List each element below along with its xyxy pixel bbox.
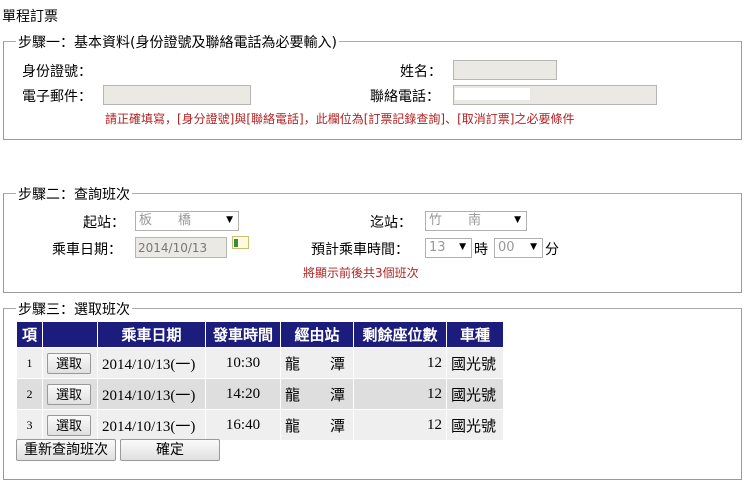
id-label: 身份證號： [22, 64, 92, 80]
hour-unit: 時 [474, 242, 488, 258]
minute-value: 00 [498, 240, 515, 255]
row-type: 國光號 [446, 378, 504, 410]
from-station-select[interactable]: 板 橋 ▼ [135, 211, 239, 231]
dropdown-arrow-icon: ▼ [514, 215, 521, 225]
col-time: 發車時間 [205, 321, 281, 348]
select-button[interactable]: 選取 [47, 414, 91, 436]
hour-value: 13 [429, 240, 446, 255]
row-seats: 12 [353, 347, 447, 379]
email-input[interactable] [103, 85, 251, 105]
row-type: 國光號 [446, 347, 504, 379]
date-label: 乘車日期： [52, 242, 122, 258]
col-via: 經由站 [280, 321, 354, 348]
table-row: 2 選取 2014/10/13(一) 14:20 龍 潭 12 國光號 [16, 378, 504, 410]
step2-legend: 步驟二：查詢班次 [16, 184, 132, 204]
row-via: 龍 潭 [280, 347, 354, 379]
from-label: 起站： [83, 215, 125, 231]
name-label: 姓名： [400, 64, 442, 80]
step3-legend: 步驟三：選取班次 [16, 299, 132, 319]
page-title: 單程訂票 [2, 9, 58, 25]
row-time: 10:30 [205, 347, 281, 379]
col-select [42, 321, 98, 348]
email-label: 電子郵件： [22, 89, 92, 105]
row-via: 龍 潭 [280, 409, 354, 441]
to-station-select[interactable]: 竹 南 ▼ [425, 211, 527, 231]
row-seats: 12 [353, 378, 447, 410]
select-button[interactable]: 選取 [47, 352, 91, 374]
row-seats: 12 [353, 409, 447, 441]
col-no: 項 [16, 321, 43, 348]
date-input[interactable]: 2014/10/13 [135, 237, 227, 258]
row-no: 2 [16, 378, 43, 410]
col-date: 乘車日期 [97, 321, 206, 348]
name-input[interactable] [453, 60, 557, 80]
table-row: 1 選取 2014/10/13(一) 10:30 龍 潭 12 國光號 [16, 347, 504, 379]
select-button[interactable]: 選取 [47, 383, 91, 405]
row-no: 1 [16, 347, 43, 379]
table-header: 項 乘車日期 發車時間 經由站 剩餘座位數 車種 [16, 321, 504, 348]
minute-unit: 分 [545, 242, 559, 258]
calendar-icon[interactable] [232, 236, 249, 249]
schedule-table: 項 乘車日期 發車時間 經由站 剩餘座位數 車種 1 選取 2014/10/13… [16, 321, 504, 441]
col-type: 車種 [446, 321, 504, 348]
dropdown-arrow-icon: ▼ [530, 242, 537, 252]
row-date: 2014/10/13(一) [97, 378, 206, 410]
time-label: 預計乘車時間： [311, 242, 409, 258]
row-via: 龍 潭 [280, 378, 354, 410]
dropdown-arrow-icon: ▼ [459, 242, 466, 252]
phone-label: 聯絡電話： [370, 89, 440, 105]
dropdown-arrow-icon: ▼ [226, 215, 233, 225]
to-label: 迄站： [370, 215, 412, 231]
row-date: 2014/10/13(一) [97, 409, 206, 441]
step1-note: 請正確填寫，[身分證號]與[聯絡電話]，此欄位為[訂票記錄查詢]、[取消訂票]之… [105, 112, 575, 126]
confirm-button[interactable]: 確定 [120, 439, 220, 461]
phone-input[interactable] [453, 85, 657, 105]
table-row: 3 選取 2014/10/13(一) 16:40 龍 潭 12 國光號 [16, 409, 504, 441]
to-value: 竹 南 [429, 213, 482, 228]
col-seats: 剩餘座位數 [353, 321, 447, 348]
row-time: 14:20 [205, 378, 281, 410]
hour-select[interactable]: 13 ▼ [425, 238, 472, 258]
step2-note: 將顯示前後共3個班次 [303, 266, 419, 280]
from-value: 板 橋 [139, 213, 192, 228]
row-time: 16:40 [205, 409, 281, 441]
step1-legend: 步驟一：基本資料(身份證號及聯絡電話為必要輸入) [16, 32, 339, 52]
requery-button[interactable]: 重新查詢班次 [16, 439, 116, 461]
row-no: 3 [16, 409, 43, 441]
row-date: 2014/10/13(一) [97, 347, 206, 379]
row-type: 國光號 [446, 409, 504, 441]
minute-select[interactable]: 00 ▼ [494, 238, 543, 258]
